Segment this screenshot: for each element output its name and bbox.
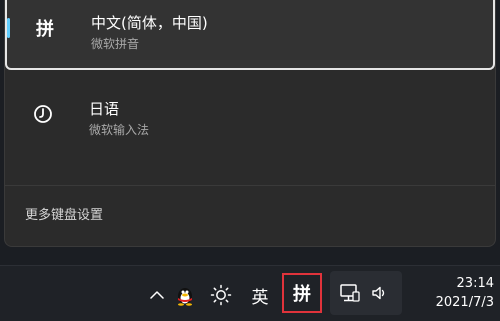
network-icon[interactable] xyxy=(338,279,362,307)
system-clock[interactable]: 23:14 2021/7/3 xyxy=(410,274,494,312)
ime-name: 中文(简体，中国) xyxy=(91,14,208,32)
ime-item-chinese-simplified[interactable]: 拼 中文(简体，中国) 微软拼音 xyxy=(5,0,495,70)
ime-subtitle: 微软输入法 xyxy=(89,123,150,137)
chevron-up-icon[interactable] xyxy=(146,281,168,309)
ime-subtitle: 微软拼音 xyxy=(91,37,140,51)
pinyin-badge-icon: 拼 xyxy=(36,19,54,40)
sun-icon[interactable] xyxy=(208,281,234,309)
network-volume-group[interactable] xyxy=(330,271,402,315)
input-method-flyout: 拼 中文(简体，中国) 微软拼音 日语 微软输入法 更多键盘设置 xyxy=(4,0,496,247)
divider xyxy=(5,185,495,186)
qq-penguin-icon[interactable] xyxy=(172,281,198,309)
clock-time: 23:14 xyxy=(456,276,494,291)
ime-mode-indicator[interactable]: 拼 xyxy=(282,273,322,313)
japanese-ime-icon xyxy=(29,100,57,128)
clock-date: 2021/7/3 xyxy=(435,295,494,310)
ime-item-japanese[interactable]: 日语 微软输入法 xyxy=(5,80,495,150)
language-indicator[interactable]: 英 xyxy=(246,281,274,309)
more-keyboard-settings-link[interactable]: 更多键盘设置 xyxy=(25,204,103,223)
ime-name: 日语 xyxy=(89,100,120,118)
desktop: 拼 中文(简体，中国) 微软拼音 日语 微软输入法 更多键盘设置 英 23:14… xyxy=(0,0,500,321)
taskbar: 英 23:14 2021/7/3 xyxy=(0,265,500,321)
selection-indicator xyxy=(7,18,10,38)
speaker-icon[interactable] xyxy=(368,279,392,307)
